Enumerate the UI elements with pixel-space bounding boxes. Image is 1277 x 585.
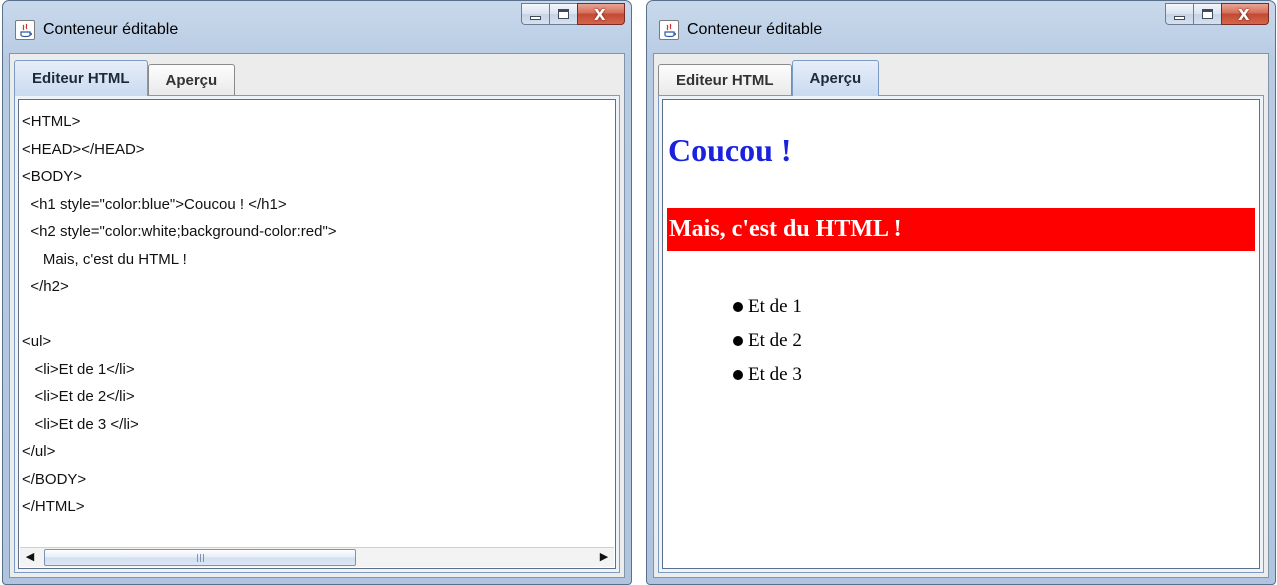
- tab-panel: Coucou ! Mais, c'est du HTML ! Et de 1 E…: [658, 95, 1264, 573]
- close-button[interactable]: X: [1221, 3, 1269, 25]
- minimize-icon: [1174, 16, 1185, 20]
- maximize-button[interactable]: [1193, 3, 1221, 25]
- maximize-icon: [558, 9, 569, 19]
- list-item: Et de 2: [733, 324, 802, 358]
- code-line: Mais, c'est du HTML !: [22, 250, 187, 268]
- code-line: <h2 style="color:white;background-color:…: [22, 223, 337, 240]
- preview-heading-1: Coucou !: [668, 132, 792, 168]
- tab-apercu[interactable]: Aperçu: [791, 60, 880, 96]
- preview-content: Coucou ! Mais, c'est du HTML ! Et de 1 E…: [663, 100, 1259, 568]
- horizontal-scrollbar[interactable]: ◀ ▶: [20, 547, 614, 567]
- grip-icon: [197, 554, 204, 562]
- code-line: </ul>: [22, 443, 56, 460]
- minimize-button[interactable]: [1165, 3, 1193, 25]
- scroll-right-icon[interactable]: ▶: [594, 548, 614, 567]
- code-line: <HTML>: [22, 113, 81, 130]
- scroll-left-icon[interactable]: ◀: [20, 548, 40, 567]
- list-item-text: Et de 3: [748, 364, 802, 385]
- bullet-icon: [733, 302, 743, 312]
- list-item: Et de 3: [733, 358, 802, 392]
- code-line: <h1 style="color:blue">Coucou ! </h1>: [22, 195, 287, 213]
- tab-panel: <HTML> <HEAD></HEAD> <BODY> <h1 style="c…: [14, 95, 620, 573]
- code-line: <li>Et de 2</li>: [22, 388, 135, 405]
- html-preview: Coucou ! Mais, c'est du HTML ! Et de 1 E…: [662, 99, 1260, 569]
- window-content: Editeur HTML Aperçu <HTML> <HEAD></HEAD>…: [9, 53, 625, 578]
- tab-editeur-html[interactable]: Editeur HTML: [14, 60, 148, 96]
- scrollbar-thumb[interactable]: [44, 549, 356, 566]
- title-bar[interactable]: Conteneur éditable X: [3, 1, 631, 53]
- code-line: <li>Et de 3 </li>: [22, 415, 139, 433]
- java-app-icon: [659, 20, 679, 40]
- list-item-text: Et de 1: [748, 296, 802, 317]
- code-line: <ul>: [22, 333, 52, 350]
- java-app-icon: [15, 20, 35, 40]
- caption-buttons: X: [521, 2, 625, 32]
- minimize-icon: [530, 16, 541, 20]
- preview-list: Et de 1 Et de 2 Et de 3: [733, 290, 802, 392]
- bullet-icon: [733, 336, 743, 346]
- preview-window: Conteneur éditable X Editeur HTML Aperçu…: [646, 0, 1276, 585]
- tab-editeur-html[interactable]: Editeur HTML: [658, 64, 792, 96]
- maximize-icon: [1202, 9, 1213, 19]
- code-line: <HEAD></HEAD>: [22, 140, 145, 158]
- close-icon: X: [594, 6, 606, 24]
- code-line: <li>Et de 1</li>: [22, 360, 135, 378]
- window-title: Conteneur éditable: [43, 21, 179, 38]
- editor-window: Conteneur éditable X Editeur HTML Aperçu…: [2, 0, 632, 585]
- caption-buttons: X: [1165, 2, 1269, 32]
- tab-bar: Editeur HTML Aperçu: [14, 60, 236, 96]
- window-title: Conteneur éditable: [687, 21, 823, 38]
- close-icon: X: [1238, 6, 1250, 24]
- code-line: </h2>: [22, 278, 69, 295]
- maximize-button[interactable]: [549, 3, 577, 25]
- close-button[interactable]: X: [577, 3, 625, 25]
- code-area[interactable]: <HTML> <HEAD></HEAD> <BODY> <h1 style="c…: [22, 108, 612, 521]
- html-editor[interactable]: <HTML> <HEAD></HEAD> <BODY> <h1 style="c…: [18, 99, 616, 569]
- minimize-button[interactable]: [521, 3, 549, 25]
- list-item: Et de 1: [733, 290, 802, 324]
- tab-apercu[interactable]: Aperçu: [147, 64, 236, 96]
- code-line: </HTML>: [22, 498, 85, 515]
- preview-heading-2: Mais, c'est du HTML !: [667, 208, 1255, 251]
- bullet-icon: [733, 370, 743, 380]
- tab-bar: Editeur HTML Aperçu: [658, 60, 880, 96]
- code-line: </BODY>: [22, 470, 87, 488]
- code-line: <BODY>: [22, 168, 83, 185]
- title-bar[interactable]: Conteneur éditable X: [647, 1, 1275, 53]
- list-item-text: Et de 2: [748, 330, 802, 351]
- window-content: Editeur HTML Aperçu Coucou ! Mais, c'est…: [653, 53, 1269, 578]
